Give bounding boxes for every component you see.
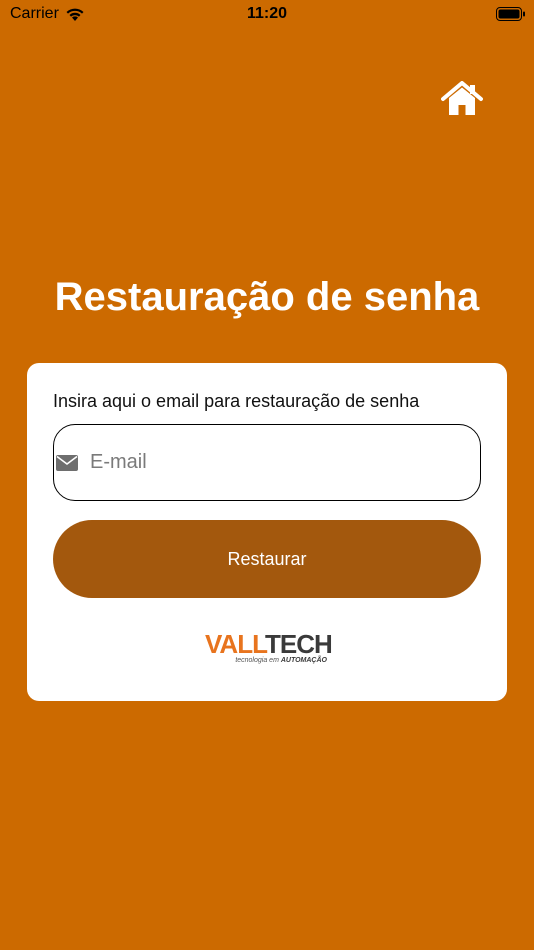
restore-button[interactable]: Restaurar [53, 520, 481, 598]
email-input[interactable] [90, 451, 450, 474]
status-time: 11:20 [246, 5, 288, 22]
logo-vall: VALL [205, 629, 266, 659]
reset-form-card: Insira aqui o email para restauração de … [27, 363, 507, 701]
envelope-icon [56, 454, 78, 471]
home-button[interactable] [440, 80, 484, 118]
email-field[interactable] [53, 424, 481, 501]
logo-tagline-prefix: tecnologia em [235, 657, 281, 664]
logo-tagline-emphasis: AUTOMAÇÃO [280, 657, 327, 664]
password-reset-screen: Carrier 11:20 Restauração de senha Insir… [0, 0, 534, 950]
valltech-logo: VALLTECH tecnologia em AUTOMAÇÃO [205, 629, 333, 681]
home-icon [441, 81, 483, 115]
instruction-text: Insira aqui o email para restauração de … [53, 391, 420, 411]
status-bar: Carrier 11:20 [0, 0, 534, 30]
battery-icon [496, 7, 525, 21]
logo-wordmark: VALLTECH [205, 629, 333, 659]
logo-tech: TECH [265, 629, 333, 659]
page-title: Restauração de senha [54, 275, 480, 319]
